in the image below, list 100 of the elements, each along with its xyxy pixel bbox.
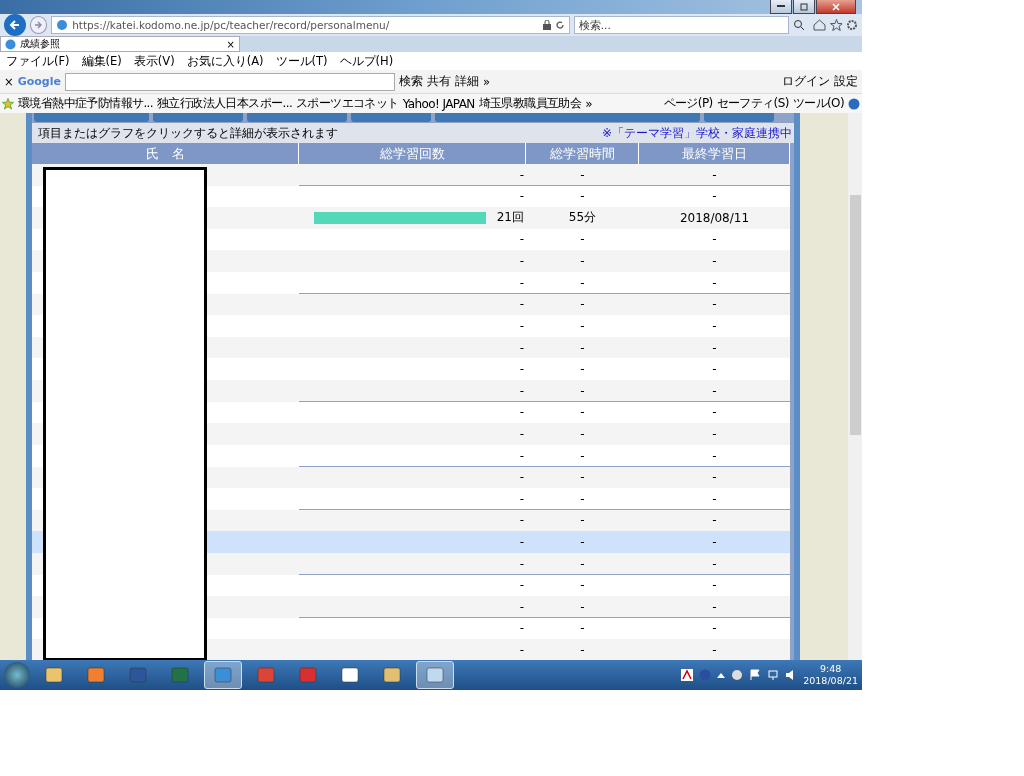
refresh-icon[interactable]: [554, 20, 565, 30]
favorite-link[interactable]: 環境省熱中症予防情報サ...: [18, 95, 154, 112]
safety-menu[interactable]: セーフティ(S): [716, 95, 789, 112]
table-cell[interactable]: -: [639, 596, 790, 618]
tab-close-button[interactable]: ×: [226, 38, 235, 50]
login-link[interactable]: ログイン: [782, 74, 830, 89]
table-cell[interactable]: -: [639, 444, 790, 467]
table-cell: -: [526, 617, 639, 640]
table-cell[interactable]: -: [639, 509, 790, 532]
table-cell: -: [526, 164, 639, 186]
settings-button[interactable]: 設定: [834, 74, 858, 89]
table-cell: -: [526, 596, 639, 618]
taskbar-button[interactable]: [204, 661, 242, 689]
table-cell[interactable]: -: [639, 228, 790, 251]
menu-item[interactable]: 編集(E): [81, 53, 122, 69]
table-cell: -: [519, 232, 524, 247]
table-cell: -: [526, 639, 639, 660]
favorite-link[interactable]: 独立行政法人日本スポー...: [157, 95, 293, 112]
table-cell[interactable]: -: [639, 272, 790, 294]
favorites-star-icon[interactable]: [2, 97, 14, 110]
menu-item[interactable]: ヘルプ(H): [339, 53, 394, 69]
table-cell[interactable]: -: [639, 401, 790, 423]
more-button[interactable]: »: [585, 96, 592, 111]
more-button[interactable]: »: [482, 74, 490, 89]
page-menu[interactable]: ページ(P): [663, 95, 713, 112]
table-cell: -: [519, 491, 524, 506]
table-cell: -: [519, 578, 524, 593]
table-cell: -: [519, 405, 524, 420]
table-cell[interactable]: -: [639, 164, 790, 186]
close-button[interactable]: [816, 0, 856, 14]
table-cell: -: [519, 513, 524, 528]
restore-button[interactable]: [793, 0, 815, 14]
table-cell[interactable]: -: [639, 336, 790, 359]
star-icon[interactable]: [829, 19, 843, 31]
table-cell[interactable]: -: [639, 185, 790, 207]
table-cell[interactable]: -: [639, 423, 790, 445]
table-cell[interactable]: -: [639, 380, 790, 402]
close-icon: [832, 2, 840, 11]
table-cell[interactable]: -: [639, 466, 790, 488]
table-cell: 21回: [496, 209, 524, 227]
table-cell: -: [526, 466, 639, 488]
search-icon[interactable]: [793, 19, 805, 31]
table-cell: -: [526, 444, 639, 467]
home-icon[interactable]: [812, 19, 826, 31]
google-search-field[interactable]: [64, 72, 395, 91]
table-cell[interactable]: -: [639, 552, 790, 575]
flag-icon[interactable]: [749, 669, 762, 681]
table-cell[interactable]: -: [639, 293, 790, 315]
search-button[interactable]: 検索: [398, 74, 423, 89]
table-cell: -: [519, 383, 524, 398]
table-cell: -: [519, 448, 524, 463]
table-cell[interactable]: -: [639, 574, 790, 596]
address-field[interactable]: https://katei.kodomo.ne.jp/pc/teacher/record/personalmenu/: [51, 16, 570, 34]
search-field[interactable]: 検索...: [573, 16, 790, 34]
table-cell: -: [519, 556, 524, 571]
settings-icon[interactable]: [846, 19, 858, 31]
menu-item[interactable]: お気に入り(A): [186, 53, 264, 69]
table-cell: -: [526, 509, 639, 532]
table-cell[interactable]: -: [639, 639, 790, 660]
table-cell: -: [519, 297, 524, 312]
table-cell: -: [526, 293, 639, 315]
favorite-link[interactable]: 埼玉県教職員互助会: [478, 95, 582, 112]
toolbar-close-button[interactable]: ×: [4, 74, 14, 89]
forward-button[interactable]: [29, 16, 48, 34]
table-cell[interactable]: 2018/08/11: [639, 207, 790, 229]
table-cell[interactable]: -: [639, 250, 790, 272]
tools-menu[interactable]: ツール(O): [792, 95, 844, 112]
clock[interactable]: 9:48 2018/08/21: [803, 663, 858, 687]
table-cell[interactable]: -: [639, 617, 790, 640]
minimize-button[interactable]: [770, 0, 792, 14]
table-cell[interactable]: -: [639, 315, 790, 337]
theme-link[interactable]: ※「テーマ学習」学校・家庭連携中: [601, 125, 792, 142]
menu-item[interactable]: 表示(V): [133, 53, 175, 69]
table-cell: -: [526, 336, 639, 359]
table-cell[interactable]: -: [639, 358, 790, 380]
tray-icon[interactable]: [731, 669, 744, 681]
details-button[interactable]: 詳細: [454, 74, 479, 89]
help-icon[interactable]: [848, 97, 860, 110]
table-cell: -: [526, 401, 639, 423]
favorite-link[interactable]: スポーツエコネット: [296, 95, 399, 112]
table-cell: -: [519, 621, 524, 636]
table-cell: -: [526, 488, 639, 510]
table-cell: -: [519, 643, 524, 658]
table-cell: -: [519, 189, 524, 204]
back-button[interactable]: [4, 14, 26, 36]
share-button[interactable]: 共有: [426, 74, 451, 89]
restore-icon: [800, 2, 808, 11]
browser-tab[interactable]: 成績参照 ×: [0, 36, 240, 52]
menu-item[interactable]: ツール(T): [275, 53, 328, 69]
show-hidden-icon[interactable]: [717, 672, 726, 678]
table-cell: -: [519, 167, 524, 182]
scrollbar[interactable]: [848, 113, 862, 660]
table-cell[interactable]: -: [639, 531, 790, 553]
table-cell[interactable]: -: [639, 488, 790, 510]
network-icon[interactable]: [767, 669, 780, 681]
menu-item[interactable]: ファイル(F): [6, 53, 70, 69]
start-button[interactable]: [4, 662, 30, 688]
favorite-link[interactable]: Yahoo! JAPAN: [402, 96, 475, 111]
tray-icon[interactable]: [681, 669, 694, 681]
minimize-icon: [777, 5, 785, 8]
